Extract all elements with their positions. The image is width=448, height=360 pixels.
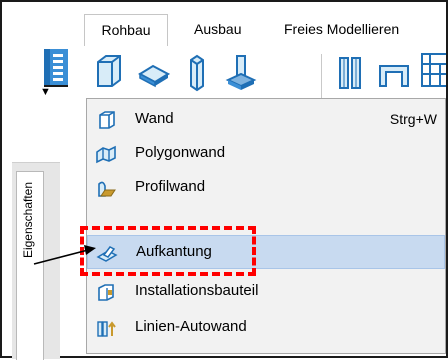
menu-item-label: Installationsbauteil bbox=[135, 282, 259, 299]
menu-item-label: Linien-Autowand bbox=[135, 318, 247, 335]
wall-tools-dropdown-menu: Wand Strg+W Polygonwand Profilwand Aufka… bbox=[86, 98, 446, 354]
installation-element-icon bbox=[95, 282, 117, 302]
menu-item-linien-autowand[interactable]: Linien-Autowand bbox=[87, 311, 445, 345]
column-icon bbox=[190, 54, 204, 92]
menu-item-shortcut: Strg+W bbox=[389, 111, 437, 127]
tab-ausbau[interactable]: Ausbau bbox=[194, 14, 241, 42]
wall-opening-icon bbox=[339, 57, 361, 89]
app-menu-dropdown-icon[interactable]: ▼ bbox=[40, 86, 51, 98]
menu-item-installationsbauteil[interactable]: Installationsbauteil bbox=[87, 275, 445, 309]
properties-tab-label: Eigenschaften bbox=[21, 181, 35, 259]
menu-item-label: Aufkantung bbox=[136, 243, 212, 260]
polygon-wall-icon bbox=[95, 144, 117, 164]
properties-panel bbox=[12, 162, 60, 360]
menu-item-polygonwand[interactable]: Polygonwand bbox=[87, 137, 445, 171]
wall-icon bbox=[95, 110, 117, 130]
menu-item-label: Polygonwand bbox=[135, 144, 226, 161]
slab-icon bbox=[137, 64, 170, 88]
tab-freies-modellieren[interactable]: Freies Modellieren bbox=[284, 14, 399, 42]
profile-wall-icon bbox=[95, 178, 117, 198]
tab-rohbau[interactable]: Rohbau bbox=[84, 14, 168, 47]
line-autowall-icon bbox=[95, 318, 117, 338]
menu-item-label: Wand bbox=[135, 110, 174, 127]
wall-icon bbox=[97, 55, 121, 87]
menu-item-wand[interactable]: Wand Strg+W bbox=[87, 103, 445, 137]
left-sidebar: ▼ Eigenschaften bbox=[2, 2, 78, 360]
menu-item-label: Profilwand bbox=[135, 178, 206, 195]
ribbon-tabstrip: Rohbau Ausbau Freies Modellieren bbox=[80, 2, 446, 47]
beam-icon bbox=[379, 65, 409, 87]
menu-item-profilwand[interactable]: Profilwand bbox=[87, 171, 445, 205]
menu-item-aufkantung[interactable]: Aufkantung bbox=[87, 235, 445, 269]
stairs-icon bbox=[421, 53, 446, 87]
foundation-icon bbox=[225, 55, 257, 90]
upstand-icon bbox=[96, 243, 118, 263]
